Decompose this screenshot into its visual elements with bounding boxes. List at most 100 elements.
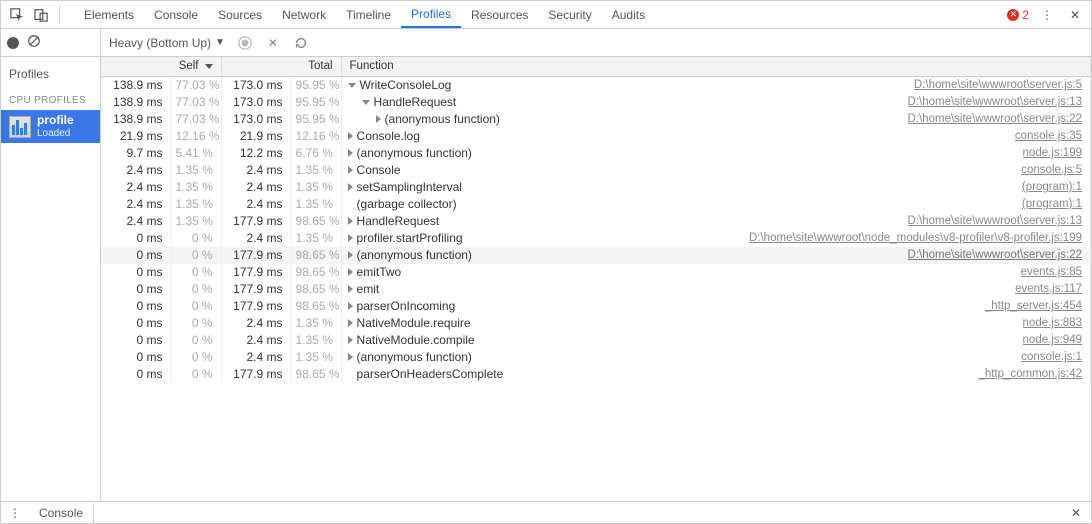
table-row[interactable]: 2.4 ms1.35 %2.4 ms1.35 %(garbage collect…	[101, 196, 1091, 213]
cell-function: parserOnIncoming_http_server.js:454	[341, 298, 1090, 315]
cell-total-pct: 6.76 %	[291, 145, 341, 162]
profile-entry[interactable]: profile Loaded	[1, 110, 100, 143]
table-row[interactable]: 0 ms0 %177.9 ms98.65 %emitTwoevents.js:8…	[101, 264, 1091, 281]
expand-toggle-icon[interactable]	[348, 217, 353, 225]
table-row[interactable]: 21.9 ms12.16 %21.9 ms12.16 %Console.logc…	[101, 128, 1091, 145]
table-row[interactable]: 2.4 ms1.35 %2.4 ms1.35 %Consoleconsole.j…	[101, 162, 1091, 179]
expand-toggle-icon[interactable]	[348, 251, 353, 259]
expand-toggle-icon[interactable]	[348, 149, 353, 157]
table-row[interactable]: 138.9 ms77.03 %173.0 ms95.95 %(anonymous…	[101, 111, 1091, 128]
source-link[interactable]: _http_common.js:42	[978, 368, 1082, 380]
table-row[interactable]: 0 ms0 %177.9 ms98.65 %emitevents.js:117	[101, 281, 1091, 298]
cell-total-ms: 177.9 ms	[221, 281, 291, 298]
source-link[interactable]: console.js:1	[1021, 351, 1082, 363]
expand-toggle-icon[interactable]	[348, 336, 353, 344]
source-link[interactable]: node.js:883	[1023, 317, 1082, 329]
col-total[interactable]: Total	[221, 57, 341, 76]
table-row[interactable]: 0 ms0 %2.4 ms1.35 %(anonymous function)c…	[101, 349, 1091, 366]
col-function[interactable]: Function	[341, 57, 1090, 76]
cell-function: WriteConsoleLogD:\home\site\wwwroot\serv…	[341, 76, 1090, 94]
tab-timeline[interactable]: Timeline	[336, 1, 401, 28]
table-row[interactable]: 0 ms0 %177.9 ms98.65 %parserOnIncoming_h…	[101, 298, 1091, 315]
expand-toggle-icon[interactable]	[376, 115, 381, 123]
table-row[interactable]: 0 ms0 %177.9 ms98.65 %parserOnHeadersCom…	[101, 366, 1091, 383]
table-row[interactable]: 2.4 ms1.35 %2.4 ms1.35 %setSamplingInter…	[101, 179, 1091, 196]
col-self[interactable]: Self	[101, 57, 221, 76]
function-name: NativeModule.require	[357, 316, 471, 330]
close-devtools-icon[interactable]: ✕	[1065, 5, 1085, 25]
function-name: (anonymous function)	[357, 350, 472, 364]
exclude-icon[interactable]: ✕	[265, 35, 281, 51]
refresh-icon[interactable]	[293, 35, 309, 51]
source-link[interactable]: D:\home\site\wwwroot\server.js:13	[908, 215, 1082, 227]
tab-sources[interactable]: Sources	[208, 1, 272, 28]
function-name: parserOnHeadersComplete	[357, 367, 504, 381]
view-mode-dropdown[interactable]: Heavy (Bottom Up) ▼	[109, 36, 225, 50]
table-row[interactable]: 0 ms0 %2.4 ms1.35 %NativeModule.requiren…	[101, 315, 1091, 332]
source-link[interactable]: D:\home\site\wwwroot\node_modules\v8-pro…	[749, 232, 1082, 244]
source-link[interactable]: _http_server.js:454	[985, 300, 1082, 312]
source-link[interactable]: D:\home\site\wwwroot\server.js:13	[908, 96, 1082, 108]
cell-function: (anonymous function)D:\home\site\wwwroot…	[341, 111, 1090, 128]
tab-network[interactable]: Network	[272, 1, 336, 28]
tab-security[interactable]: Security	[538, 1, 601, 28]
tab-audits[interactable]: Audits	[602, 1, 655, 28]
table-row[interactable]: 0 ms0 %2.4 ms1.35 %NativeModule.compilen…	[101, 332, 1091, 349]
expand-toggle-icon[interactable]	[348, 234, 353, 242]
source-link[interactable]: D:\home\site\wwwroot\server.js:22	[908, 113, 1082, 125]
expand-toggle-icon[interactable]	[348, 285, 353, 293]
drawer-menu-icon[interactable]: ⋮	[7, 506, 23, 520]
cell-total-pct: 98.65 %	[291, 298, 341, 315]
expand-toggle-icon[interactable]	[348, 268, 353, 276]
tab-resources[interactable]: Resources	[461, 1, 538, 28]
more-menu-icon[interactable]: ⋮	[1037, 5, 1057, 25]
function-name: setSamplingInterval	[357, 180, 462, 194]
source-link[interactable]: (program):1	[1022, 181, 1082, 193]
table-row[interactable]: 0 ms0 %2.4 ms1.35 %profiler.startProfili…	[101, 230, 1091, 247]
cell-total-ms: 2.4 ms	[221, 332, 291, 349]
cell-self-pct: 0 %	[171, 264, 221, 281]
focus-icon[interactable]	[237, 35, 253, 51]
source-link[interactable]: node.js:199	[1023, 147, 1082, 159]
expand-toggle-icon[interactable]	[348, 319, 353, 327]
source-link[interactable]: node.js:949	[1023, 334, 1082, 346]
expand-toggle-icon[interactable]	[348, 132, 353, 140]
tab-console[interactable]: Console	[144, 1, 208, 28]
expand-toggle-icon[interactable]	[362, 100, 370, 105]
drawer-tab-console[interactable]: Console	[29, 503, 94, 523]
tab-elements[interactable]: Elements	[74, 1, 144, 28]
expand-toggle-icon[interactable]	[348, 302, 353, 310]
device-mode-icon[interactable]	[31, 5, 51, 25]
expand-toggle-icon[interactable]	[348, 183, 353, 191]
source-link[interactable]: (program):1	[1022, 198, 1082, 210]
cell-function: (anonymous function) node.js:199	[341, 145, 1090, 162]
expand-toggle-icon[interactable]	[348, 83, 356, 88]
source-link[interactable]: console.js:35	[1015, 130, 1082, 142]
profile-labels: profile Loaded	[37, 114, 74, 139]
expand-toggle-icon[interactable]	[348, 166, 353, 174]
table-row[interactable]: 138.9 ms77.03 %173.0 ms95.95 %HandleRequ…	[101, 94, 1091, 111]
table-row[interactable]: 9.7 ms5.41 %12.2 ms6.76 %(anonymous func…	[101, 145, 1091, 162]
sidebar-heading-cpu: CPU PROFILES	[9, 95, 92, 106]
cell-total-ms: 2.4 ms	[221, 196, 291, 213]
source-link[interactable]: events.js:117	[1015, 283, 1082, 295]
table-row[interactable]: 2.4 ms1.35 %177.9 ms98.65 %HandleRequest…	[101, 213, 1091, 230]
inspect-element-icon[interactable]	[7, 5, 27, 25]
source-link[interactable]: events.js:85	[1021, 266, 1082, 278]
function-name: (anonymous function)	[357, 146, 472, 160]
cell-self-ms: 138.9 ms	[101, 111, 171, 128]
error-badge[interactable]: ✕ 2	[1007, 8, 1029, 22]
source-link[interactable]: D:\home\site\wwwroot\server.js:22	[908, 249, 1082, 261]
cell-self-ms: 0 ms	[101, 264, 171, 281]
table-row[interactable]: 0 ms0 %177.9 ms98.65 %(anonymous functio…	[101, 247, 1091, 264]
table-row[interactable]: 138.9 ms77.03 %173.0 ms95.95 %WriteConso…	[101, 76, 1091, 94]
source-link[interactable]: console.js:5	[1021, 164, 1082, 176]
tab-profiles[interactable]: Profiles	[401, 1, 461, 28]
drawer-close-icon[interactable]: ✕	[1067, 506, 1085, 520]
clear-button[interactable]	[27, 34, 41, 51]
cell-total-pct: 98.65 %	[291, 281, 341, 298]
source-link[interactable]: D:\home\site\wwwroot\server.js:5	[914, 79, 1082, 91]
panel-tabs: ElementsConsoleSourcesNetworkTimelinePro…	[74, 1, 655, 28]
record-button[interactable]	[7, 37, 19, 49]
expand-toggle-icon[interactable]	[348, 353, 353, 361]
